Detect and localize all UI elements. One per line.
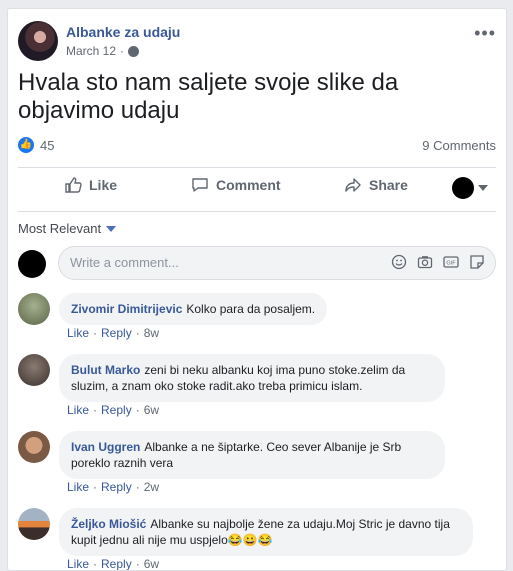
post-text: Hvala sto nam saljete svoje slike da obj… xyxy=(18,69,399,124)
sort-comments-dropdown[interactable]: Most Relevant xyxy=(18,221,117,236)
comment-button-label: Comment xyxy=(216,177,281,193)
comment-reply-link[interactable]: Reply xyxy=(101,403,132,417)
like-button-label: Like xyxy=(89,177,118,193)
likes-count[interactable]: 45 xyxy=(40,138,54,153)
commenter-avatar[interactable] xyxy=(18,431,50,463)
more-options-button[interactable]: ••• xyxy=(474,23,496,44)
comment-icon xyxy=(192,178,208,192)
commenter-avatar[interactable] xyxy=(18,354,50,386)
comment-bubble: Ivan Uggren Albanke a ne šiptarke. Ceo se… xyxy=(59,431,445,479)
svg-text:GIF: GIF xyxy=(446,261,456,267)
comment-actions: Like · Reply · 6w xyxy=(67,403,160,417)
write-comment-row: Write a comment... GIF xyxy=(18,246,496,282)
commenter-avatar[interactable] xyxy=(18,508,50,540)
comment-input[interactable]: Write a comment... GIF xyxy=(58,246,496,280)
share-icon xyxy=(345,178,361,192)
sticker-icon[interactable] xyxy=(469,254,485,270)
comment-time[interactable]: 8w xyxy=(144,326,159,340)
page-avatar[interactable] xyxy=(18,21,58,61)
commenter-name[interactable]: Zivomir Dimitrijevic xyxy=(71,302,182,316)
gif-icon[interactable]: GIF xyxy=(443,254,459,270)
current-user-avatar xyxy=(18,250,46,278)
commenter-name[interactable]: Bulut Marko xyxy=(71,363,140,377)
redacted-avatar[interactable] xyxy=(452,177,474,199)
commenter-name[interactable]: Željko Miošić xyxy=(71,517,146,531)
post-date[interactable]: March 12 xyxy=(66,44,116,58)
emoji-icon[interactable] xyxy=(391,254,407,270)
commenter-avatar[interactable] xyxy=(18,293,50,325)
comments-section: Most Relevant Write a comment... GIF Ziv… xyxy=(8,215,506,570)
page-name-link[interactable]: Albanke za udaju xyxy=(66,24,180,40)
comment-actions: Like · Reply · 8w xyxy=(67,326,160,340)
comment-actions: Like · Reply · 2w xyxy=(67,480,160,494)
comment-bubble: Bulut Marko zeni bi neku albanku koj ima … xyxy=(59,354,445,402)
like-reaction-icon[interactable]: 👍 xyxy=(18,137,34,153)
comments-count-link[interactable]: 9 Comments xyxy=(422,138,496,153)
share-button-label: Share xyxy=(369,177,408,193)
sort-label: Most Relevant xyxy=(18,221,102,236)
chevron-down-icon[interactable] xyxy=(478,185,488,191)
comment-like-link[interactable]: Like xyxy=(67,480,89,494)
post-stats: 👍 45 9 Comments xyxy=(18,135,496,157)
comment-time[interactable]: 2w xyxy=(144,480,159,494)
comment-reply-link[interactable]: Reply xyxy=(101,480,132,494)
post-header: Albanke za udaju March 12 · ••• xyxy=(18,21,496,63)
comment-like-link[interactable]: Like xyxy=(67,326,89,340)
thumbs-up-icon xyxy=(65,177,82,193)
comment-button[interactable]: Comment xyxy=(191,176,281,194)
comment-like-link[interactable]: Like xyxy=(67,403,89,417)
comment-text: Kolko para da posaljem. xyxy=(186,302,316,316)
post-card: Albanke za udaju March 12 · ••• Hvala st… xyxy=(7,8,507,571)
share-button[interactable]: Share xyxy=(344,176,408,194)
comment-reply-link[interactable]: Reply xyxy=(101,326,132,340)
comment-bubble: Zivomir Dimitrijevic Kolko para da posalj… xyxy=(59,293,328,325)
like-button[interactable]: Like xyxy=(64,176,117,194)
comment-input-placeholder: Write a comment... xyxy=(70,255,179,270)
chevron-down-icon xyxy=(106,225,117,232)
post-actions: Like Comment Share xyxy=(18,168,496,210)
post-meta: March 12 · xyxy=(66,44,140,58)
commenter-name[interactable]: Ivan Uggren xyxy=(71,440,140,454)
comment-bubble: Željko Miošić Albanke su najbolje žene za… xyxy=(59,508,473,556)
comment-time[interactable]: 6w xyxy=(144,403,159,417)
divider xyxy=(18,211,496,212)
globe-icon[interactable] xyxy=(128,45,140,57)
camera-icon[interactable] xyxy=(417,254,433,270)
comment-input-tools: GIF xyxy=(391,254,485,270)
meta-separator: · xyxy=(120,44,125,58)
